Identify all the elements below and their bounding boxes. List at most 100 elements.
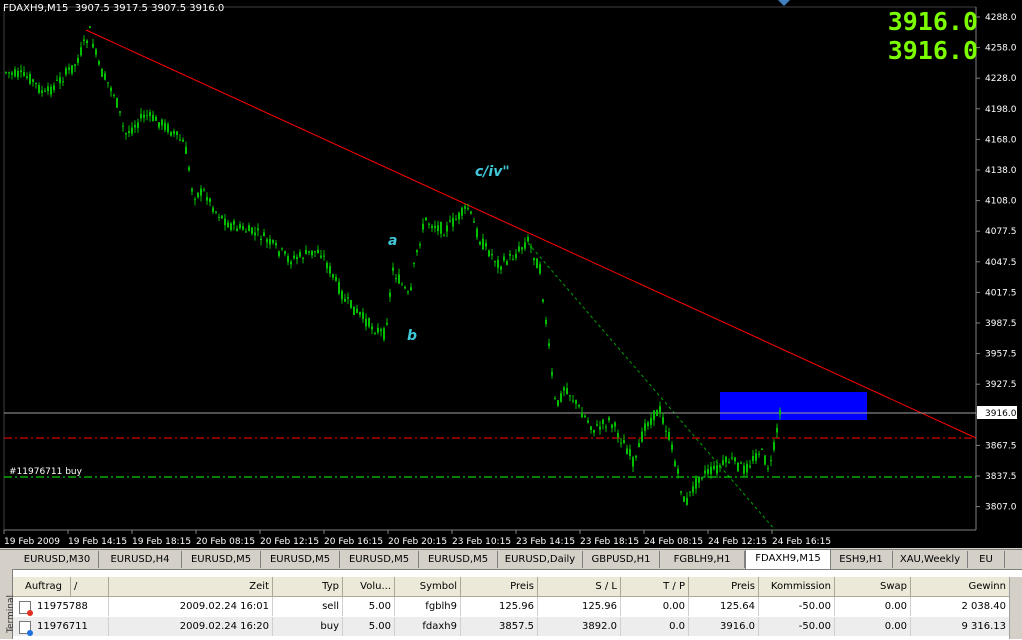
candle-body: [89, 26, 91, 29]
candle-body: [662, 417, 664, 424]
cell-sl: 3892.0: [538, 617, 621, 636]
candle-body: [485, 242, 487, 247]
tab-eurusd-m5[interactable]: EURUSD,M5: [340, 551, 419, 568]
candle-body: [131, 127, 133, 134]
candle-body: [623, 440, 625, 444]
col-kommission[interactable]: Kommission: [759, 577, 835, 596]
candle-body: [107, 82, 109, 84]
candle-body: [731, 457, 733, 459]
col-swap[interactable]: Swap: [835, 577, 911, 596]
price-chart[interactable]: 4288.0 4258.0 4228.0 4198.0 4168.0 4138.0 4108…: [0, 0, 1022, 548]
col-preis[interactable]: Preis: [461, 577, 538, 596]
candle-body: [443, 235, 445, 237]
candle-body: [113, 95, 115, 97]
col-gewinn[interactable]: Gewinn: [911, 577, 1010, 596]
terminal-header-row: Auftrag / Zeit Typ Volu... Symbol Preis …: [13, 577, 1022, 597]
candle-body: [365, 318, 367, 327]
col-volume[interactable]: Volu...: [343, 577, 395, 596]
candle-body: [362, 312, 364, 319]
col-tp[interactable]: T / P: [621, 577, 689, 596]
y-tick-label: 4288.0: [985, 13, 1017, 23]
candle-body: [164, 122, 166, 130]
candle-body: [347, 297, 349, 299]
candle-body: [146, 115, 148, 117]
col-symbol[interactable]: Symbol: [395, 577, 461, 596]
wave-label-b: b: [407, 328, 417, 344]
candle-body: [386, 322, 388, 325]
candle-body: [725, 456, 727, 463]
col-zeit[interactable]: Zeit: [109, 577, 273, 596]
terminal-scrollbar[interactable]: [1009, 577, 1022, 639]
y-tick-label: 3867.5: [985, 441, 1017, 451]
candle-body: [23, 72, 25, 76]
candle-body: [17, 71, 19, 78]
candle-body: [293, 255, 295, 259]
col-sl[interactable]: S / L: [538, 577, 621, 596]
candle-body: [461, 207, 463, 216]
candle-body: [689, 491, 691, 493]
tab-esh9-h1[interactable]: ESH9,H1: [830, 551, 893, 568]
candle-body: [167, 124, 169, 132]
candle-body: [74, 64, 76, 67]
candle-body: [272, 239, 274, 243]
candle-body: [767, 467, 769, 470]
candle-body: [602, 419, 604, 424]
tab-eu[interactable]: EU: [968, 551, 1005, 568]
candle-body: [467, 208, 469, 210]
candle-body: [116, 97, 118, 108]
tab-eurusd-h4[interactable]: EURUSD,H4: [99, 551, 182, 568]
tab-fdaxh9-m15[interactable]: FDAXH9,M15: [745, 549, 831, 570]
tab-gbpusd-h1[interactable]: GBPUSD,H1: [583, 551, 660, 568]
chart-header: FDAXH9,M15 3907.5 3917.5 3907.5 3916.0: [3, 3, 224, 14]
y-tick-label: 4168.0: [985, 135, 1017, 145]
table-row[interactable]: 11976711 2009.02.24 16:20 buy 5.00 fdaxh…: [13, 617, 1022, 636]
candle-body: [182, 139, 184, 142]
tab-eurusd-m30[interactable]: EURUSD,M30: [16, 551, 99, 568]
tab-eurusd-m5[interactable]: EURUSD,M5: [261, 551, 340, 568]
candle-body: [488, 250, 490, 257]
x-tick-label: 24 Feb 12:15: [708, 537, 767, 547]
col-auftrag[interactable]: Auftrag: [13, 577, 71, 596]
tab-xau-weekly[interactable]: XAU,Weekly: [893, 551, 968, 568]
x-tick-label: 24 Feb 16:15: [772, 537, 831, 547]
candle-body: [359, 312, 361, 315]
cell-zeit: 2009.02.24 16:20: [109, 617, 273, 636]
candle-body: [491, 253, 493, 256]
candle-body: [527, 237, 529, 242]
candle-body: [218, 216, 220, 218]
candle-body: [290, 261, 292, 265]
cell-auftrag: 11975788: [13, 597, 109, 616]
x-tick-label: 20 Feb 08:15: [196, 537, 255, 547]
tab-eurusd-m5[interactable]: EURUSD,M5: [419, 551, 498, 568]
candle-body: [260, 238, 262, 241]
candle-body: [743, 465, 745, 474]
col-typ[interactable]: Typ: [273, 577, 343, 596]
cell-gewinn: 2 038.40: [911, 597, 1010, 616]
candle-body: [713, 465, 715, 469]
col-sort[interactable]: /: [71, 577, 109, 596]
candle-body: [215, 211, 217, 213]
tab-eurusd-m5[interactable]: EURUSD,M5: [182, 551, 261, 568]
col-preis-current[interactable]: Preis: [689, 577, 759, 596]
table-row[interactable]: 11975788 2009.02.24 16:01 sell 5.00 fgbl…: [13, 597, 1022, 616]
candle-body: [176, 131, 178, 135]
candle-body: [554, 398, 556, 400]
bid-price: 3916.0: [887, 7, 978, 36]
candle-body: [275, 243, 277, 246]
candle-body: [296, 256, 298, 260]
candle-body: [65, 68, 67, 75]
tab-fgblh9-h1[interactable]: FGBLH9,H1: [660, 551, 745, 568]
candle-body: [650, 418, 652, 425]
candle-body: [266, 239, 268, 243]
chart-canvas[interactable]: 4288.0 4258.0 4228.0 4198.0 4168.0 4138.0 4108…: [0, 0, 1022, 548]
candle-body: [179, 139, 181, 141]
candle-body: [710, 466, 712, 475]
candle-body: [299, 251, 301, 257]
candle-body: [746, 463, 748, 473]
support-line: [527, 242, 776, 531]
candle-body: [125, 133, 127, 135]
tab-eurusd-daily[interactable]: EURUSD,Daily: [498, 551, 583, 568]
candle-body: [71, 65, 73, 74]
candle-body: [449, 220, 451, 222]
candle-body: [464, 206, 466, 209]
